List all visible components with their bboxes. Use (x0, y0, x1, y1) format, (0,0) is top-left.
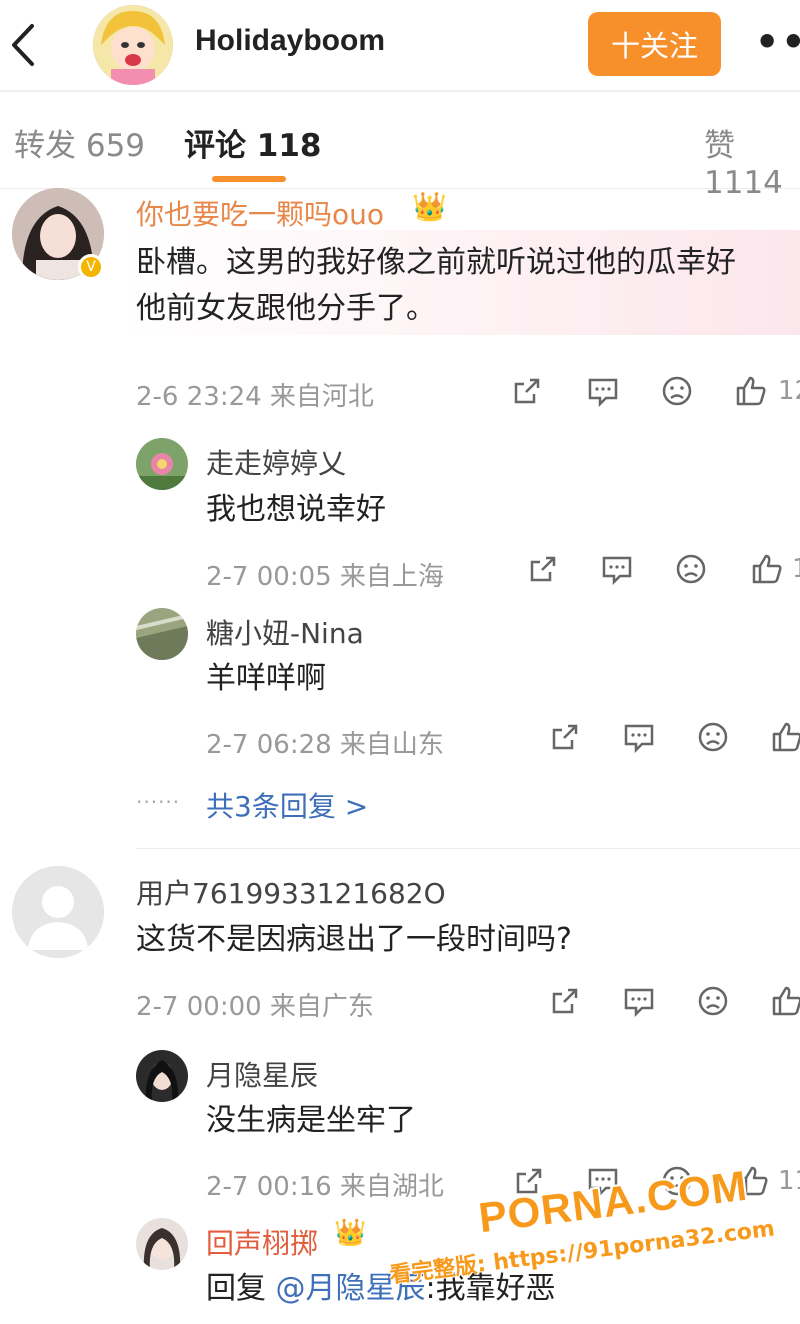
share-icon[interactable] (510, 374, 544, 408)
comment-author[interactable]: 你也要吃一颗吗ouo (136, 193, 384, 233)
profile-username[interactable]: Holidayboom (195, 24, 385, 58)
like-count: 12 (778, 376, 800, 406)
comment-text: 卧槽。这男的我好像之前就听说过他的瓜幸好 他前女友跟他分手了。 (136, 240, 736, 332)
like-count: 1 (792, 554, 800, 584)
share-icon[interactable] (548, 984, 582, 1018)
comment-actions (548, 984, 800, 1024)
reply-text: 我也想说幸好 (206, 492, 386, 527)
top-bar: Holidayboom 十关注 ••• (0, 0, 800, 92)
avatar[interactable] (136, 608, 188, 660)
avatar[interactable] (136, 1218, 188, 1270)
comment-actions: 12 (510, 374, 800, 414)
like-icon[interactable] (770, 720, 800, 754)
share-icon[interactable] (548, 720, 582, 754)
reply-icon[interactable] (600, 552, 634, 586)
reply-meta: 2-7 00:05 来自上海 (206, 562, 444, 592)
avatar[interactable] (136, 1050, 188, 1102)
more-replies-dots: ······ (136, 790, 181, 814)
like-count: 11 (778, 1166, 800, 1196)
tab-comment[interactable]: 评论 118 (184, 120, 322, 165)
tab-bar: 转发 659 评论 118 赞 1114 (0, 94, 800, 201)
dislike-face-icon[interactable] (696, 984, 730, 1018)
comment-text-line: 卧槽。这男的我好像之前就听说过他的瓜幸好 (136, 245, 736, 280)
reply-prefix: 回复 (206, 1271, 276, 1306)
reply-author[interactable]: 糖小妞-Nina (206, 612, 364, 652)
tab-repost[interactable]: 转发 659 (14, 120, 145, 165)
verified-badge-icon: V (78, 254, 104, 280)
avatar[interactable] (93, 5, 173, 85)
reply-meta: 2-7 00:16 来自湖北 (206, 1172, 444, 1202)
like-icon[interactable] (734, 374, 768, 408)
comment-divider (136, 848, 800, 849)
reply-author[interactable]: 回声栩掷 (206, 1222, 318, 1262)
more-options-icon[interactable]: ••• (755, 20, 800, 64)
comment-meta: 2-7 00:00 来自广东 (136, 992, 374, 1022)
follow-button[interactable]: 十关注 (588, 12, 721, 76)
crown-badge-icon: 👑 (412, 190, 447, 223)
reply-actions: 1 (526, 552, 800, 592)
chevron-left-icon[interactable] (4, 20, 44, 70)
like-icon[interactable] (750, 552, 784, 586)
like-icon[interactable] (770, 984, 800, 1018)
share-icon[interactable] (526, 552, 560, 586)
reply-text: 羊咩咩啊 (206, 661, 326, 696)
reply-icon[interactable] (622, 984, 656, 1018)
reply-icon[interactable] (622, 720, 656, 754)
reply-icon[interactable] (586, 374, 620, 408)
dislike-face-icon[interactable] (674, 552, 708, 586)
tab-like[interactable]: 赞 1114 (704, 120, 800, 201)
comment-text-line: 他前女友跟他分手了。 (136, 291, 436, 326)
reply-author[interactable]: 走走婷婷乂 (206, 442, 346, 482)
dislike-face-icon[interactable] (660, 374, 694, 408)
reply-text: 没生病是坐牢了 (206, 1103, 416, 1138)
avatar[interactable] (12, 866, 104, 958)
view-more-replies-link[interactable]: 共3条回复 > (206, 785, 368, 825)
reply-author[interactable]: 月隐星辰 (206, 1054, 318, 1094)
crown-badge-icon: 👑 (334, 1218, 367, 1248)
dislike-face-icon[interactable] (696, 720, 730, 754)
comment-text: 这货不是因病退出了一段时间吗? (136, 922, 572, 957)
reply-actions (548, 720, 800, 760)
reply-meta: 2-7 06:28 来自山东 (206, 730, 444, 760)
avatar[interactable] (136, 438, 188, 490)
active-tab-indicator (212, 176, 286, 182)
comment-meta: 2-6 23:24 来自河北 (136, 382, 374, 412)
comment-author[interactable]: 用户7619933121682O (136, 872, 446, 912)
